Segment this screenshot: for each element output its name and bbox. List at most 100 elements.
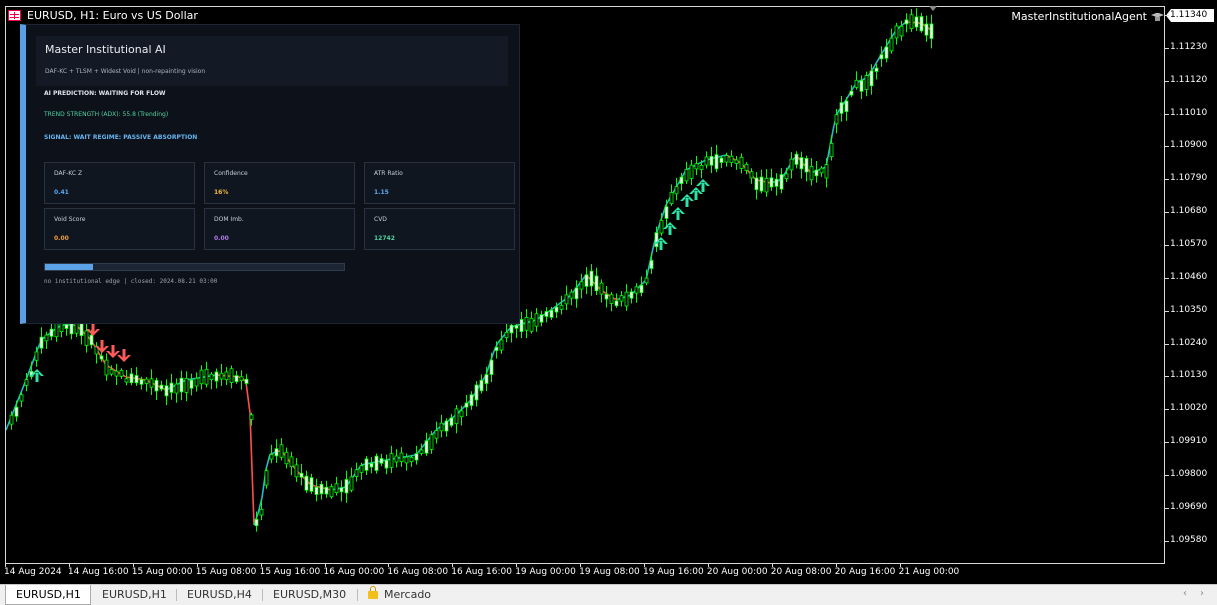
candle-body <box>674 186 679 195</box>
candle-body <box>614 300 619 307</box>
candle-body <box>89 334 94 346</box>
tab-eurusd-h1[interactable]: EURUSD,H1 <box>92 585 174 605</box>
candle-body <box>154 379 159 392</box>
candle-body <box>19 394 24 402</box>
candle-body <box>84 330 89 346</box>
expert-advisor-label[interactable]: MasterInstitutionalAgent <box>1011 10 1164 23</box>
ai-prediction: AI PREDICTION: WAITING FOR FLOW <box>44 90 166 97</box>
candle-body <box>714 154 719 170</box>
candle-body <box>144 378 149 384</box>
candle-body <box>394 455 399 463</box>
candle-body <box>919 16 924 32</box>
candle-body <box>759 176 764 192</box>
tab-mercado[interactable]: Mercado <box>358 585 448 605</box>
candle-body <box>384 459 389 469</box>
price-axis-tick <box>1165 212 1169 214</box>
price-axis-label: 1.09800 <box>1170 468 1208 479</box>
candle-body <box>719 157 724 163</box>
candle-body <box>594 275 599 292</box>
candle-body <box>244 378 249 384</box>
price-axis-label: 1.09690 <box>1170 501 1208 512</box>
candle-body <box>889 37 894 52</box>
candle-body <box>454 408 459 425</box>
candle-body <box>704 156 709 166</box>
candle-body <box>734 159 739 164</box>
candle-body <box>814 169 819 177</box>
candle-body <box>9 414 14 425</box>
price-axis-label: 1.11230 <box>1170 41 1208 52</box>
candle-body <box>659 220 664 234</box>
panel-subtitle: DAF-KC + TLSM + Widest Void | non-repain… <box>45 68 206 75</box>
candle-body <box>539 314 544 323</box>
time-axis-label: 19 Aug 16:00 <box>643 567 704 577</box>
current-price-tag: 1.11340 <box>1166 9 1214 22</box>
chart-window-icon <box>8 10 21 21</box>
candle-body <box>849 90 854 96</box>
candle-body <box>669 192 674 205</box>
scroll-right-icon[interactable]: › <box>1200 588 1204 599</box>
time-axis-label: 19 Aug 00:00 <box>515 567 576 577</box>
candle-body <box>349 476 354 491</box>
tab-eurusd-h4[interactable]: EURUSD,H4 <box>177 585 261 605</box>
time-axis-label: 21 Aug 00:00 <box>898 567 960 577</box>
price-axis-tick <box>1165 15 1169 16</box>
panel-title: Master Institutional AI <box>45 43 166 56</box>
price-axis-label: 1.09910 <box>1170 436 1208 447</box>
candle-body <box>434 430 439 439</box>
tab-eurusd-m30[interactable]: EURUSD,M30 <box>263 585 355 605</box>
scroll-left-icon[interactable]: ‹ <box>1183 588 1187 599</box>
candle-body <box>684 169 689 182</box>
candle-body <box>754 177 759 191</box>
price-axis-label: 1.10790 <box>1170 173 1208 184</box>
candle-body <box>899 26 904 37</box>
time-axis-label: 15 Aug 08:00 <box>195 567 257 577</box>
candle-body <box>774 178 779 187</box>
candle-body <box>414 453 419 461</box>
candle-body <box>804 158 809 173</box>
candle-body <box>729 155 734 164</box>
candle-body <box>339 487 344 493</box>
price-axis-tick <box>1165 146 1169 148</box>
metric-confidence: Confidence 16% <box>204 162 355 204</box>
candle-body <box>249 414 254 420</box>
candle-body <box>329 486 334 498</box>
candle-body <box>54 322 59 338</box>
metric-value: 0.00 <box>54 235 69 242</box>
candle-body <box>739 156 744 169</box>
price-axis-label: 1.10900 <box>1170 140 1208 151</box>
candle-body <box>484 374 489 384</box>
metric-value: 12742 <box>374 235 395 242</box>
candle-body <box>459 410 464 418</box>
price-axis-label: 1.10240 <box>1170 337 1208 348</box>
metric-label: CVD <box>374 216 387 223</box>
trend-line-segment <box>249 412 255 526</box>
candle-body <box>44 334 49 342</box>
candle-body <box>14 406 19 417</box>
candle-body <box>859 79 864 92</box>
price-axis-label: 1.11120 <box>1170 74 1208 85</box>
candle-body <box>629 291 634 299</box>
candle-body <box>129 373 134 384</box>
tab-label: EURUSD,H1 <box>16 588 81 601</box>
sell-arrow-icon <box>117 349 131 362</box>
metric-dom-imbalance: DOM Imb. 0.00 <box>204 208 355 250</box>
candle-body <box>699 165 704 171</box>
price-axis-label: 1.10350 <box>1170 304 1208 315</box>
chart-window[interactable]: EURUSD, H1: Euro vs US Dollar MasterInst… <box>0 0 1217 584</box>
price-axis-tick <box>1165 343 1169 345</box>
sell-arrow-icon <box>106 345 120 358</box>
graduation-cap-icon[interactable] <box>1151 12 1164 22</box>
institutional-ai-panel: Master Institutional AI DAF-KC + TLSM + … <box>20 24 520 324</box>
price-axis-label: 1.11010 <box>1170 107 1208 118</box>
candle-body <box>99 355 104 360</box>
candle-body <box>79 323 84 336</box>
candle-body <box>579 281 584 290</box>
candle-body <box>474 384 479 401</box>
time-axis-label: 20 Aug 00:00 <box>706 567 768 577</box>
confidence-progress-bar <box>44 263 345 271</box>
tab-eurusd-h1-active[interactable]: EURUSD,H1 <box>5 585 91 605</box>
candle-body <box>399 452 404 462</box>
candle-body <box>929 23 934 39</box>
candle-body <box>389 453 394 468</box>
panel-footer: no institutional edge | closed: 2024.08.… <box>44 278 218 285</box>
